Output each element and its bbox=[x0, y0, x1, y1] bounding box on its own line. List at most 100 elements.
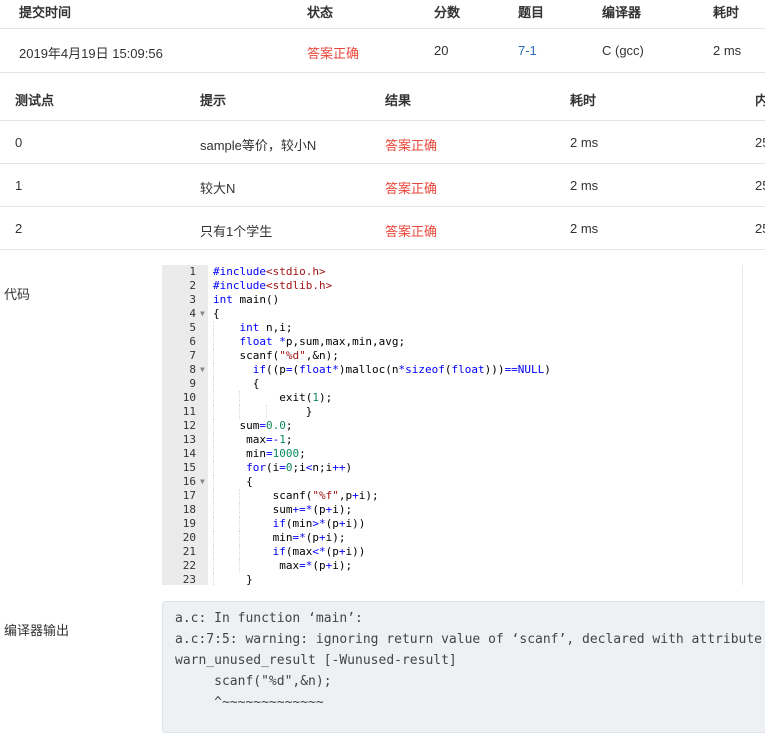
line-number: 14 bbox=[182, 447, 196, 460]
line-number: 15 bbox=[182, 461, 196, 474]
code-line: 21 if(max<*(p+i)) bbox=[162, 545, 742, 559]
test-memory: 25 bbox=[755, 221, 765, 236]
code-line: 14 min=1000; bbox=[162, 447, 742, 461]
line-number: 4 bbox=[189, 307, 196, 320]
test-id: 0 bbox=[15, 135, 23, 150]
line-number: 1 bbox=[189, 265, 196, 278]
line-number: 10 bbox=[182, 391, 196, 404]
divider bbox=[0, 163, 765, 164]
code-text: exit(1); bbox=[213, 391, 333, 404]
code-text: } bbox=[213, 573, 253, 585]
code-line: 9 { bbox=[162, 377, 742, 391]
fold-arrow-icon[interactable]: ▼ bbox=[200, 475, 205, 489]
fold-arrow-icon[interactable]: ▼ bbox=[200, 363, 205, 377]
code-text: #include<stdio.h> bbox=[213, 265, 326, 278]
code-text: { bbox=[213, 475, 253, 488]
code-text: if(min>*(p+i)) bbox=[272, 517, 366, 530]
code-text: { bbox=[213, 307, 220, 320]
code-line: 19 if(min>*(p+i)) bbox=[162, 517, 742, 531]
compiler-output-line: scanf("%d",&n); bbox=[175, 674, 332, 689]
line-number: 6 bbox=[189, 335, 196, 348]
col-status: 状态 bbox=[307, 5, 334, 20]
test-result: 答案正确 bbox=[385, 224, 438, 239]
col-duration: 耗时 bbox=[713, 5, 740, 20]
col-memory: 内 bbox=[755, 93, 765, 108]
problem-link[interactable]: 7-1 bbox=[518, 43, 537, 58]
test-time: 2 ms bbox=[570, 135, 599, 150]
status-badge: 答案正确 bbox=[307, 46, 360, 61]
line-number: 7 bbox=[189, 349, 196, 362]
code-line: 22 max=*(p+i); bbox=[162, 559, 742, 573]
code-text: if(max<*(p+i)) bbox=[272, 545, 366, 558]
line-number: 9 bbox=[189, 377, 196, 390]
code-line: 10 exit(1); bbox=[162, 391, 742, 405]
fold-arrow-icon[interactable]: ▼ bbox=[200, 307, 205, 321]
code-line: 4 ▼ { bbox=[162, 307, 742, 321]
line-number: 2 bbox=[189, 279, 196, 292]
line-number: 13 bbox=[182, 433, 196, 446]
code-line: 18 sum+=*(p+i); bbox=[162, 503, 742, 517]
line-number: 23 bbox=[182, 573, 196, 585]
code-line: 20 min=*(p+i); bbox=[162, 531, 742, 545]
line-number: 12 bbox=[182, 419, 196, 432]
code-line: 23 } bbox=[162, 573, 742, 585]
compiler-output-line: warn_unused_result [-Wunused-result] bbox=[175, 653, 457, 668]
code-text: #include<stdlib.h> bbox=[213, 279, 333, 292]
test-memory: 25 bbox=[755, 135, 765, 150]
line-number: 20 bbox=[182, 531, 196, 544]
code-text: for(i=0;i<n;i++) bbox=[246, 461, 353, 474]
col-hint: 提示 bbox=[200, 93, 227, 108]
test-memory: 25 bbox=[755, 178, 765, 193]
submit-time: 2019年4月19日 15:09:56 bbox=[19, 46, 163, 61]
code-text: { bbox=[213, 377, 260, 390]
test-hint: sample等价，较小N bbox=[200, 138, 317, 153]
divider bbox=[0, 120, 765, 121]
col-compiler: 编译器 bbox=[602, 5, 642, 20]
col-time: 耗时 bbox=[570, 93, 597, 108]
code-line: 15 for(i=0;i<n;i++) bbox=[162, 461, 742, 475]
line-number: 17 bbox=[182, 489, 196, 502]
code-text: min=*(p+i); bbox=[213, 531, 346, 544]
code-line: 13 max=-1; bbox=[162, 433, 742, 447]
code-label: 代码 bbox=[4, 287, 31, 302]
compiler-output-line: a.c: In function ‘main’: bbox=[175, 611, 363, 626]
code-text: min=1000; bbox=[213, 447, 306, 460]
col-problem: 题目 bbox=[518, 5, 545, 20]
code-line: 6 float *p,sum,max,min,avg; bbox=[162, 335, 742, 349]
compiler-output-line: a.c:7:5: warning: ignoring return value … bbox=[175, 632, 762, 647]
code-line: 7 scanf("%d",&n); bbox=[162, 349, 742, 363]
test-time: 2 ms bbox=[570, 221, 599, 236]
code-line: 3 int main() bbox=[162, 293, 742, 307]
editor-edge bbox=[742, 265, 743, 585]
code-text: scanf("%f",p+i); bbox=[213, 489, 379, 502]
code-text: if((p=(float*)malloc(n*sizeof(float)))==… bbox=[252, 363, 551, 376]
divider bbox=[0, 28, 765, 29]
test-result: 答案正确 bbox=[385, 181, 438, 196]
code-text: float *p,sum,max,min,avg; bbox=[239, 335, 406, 348]
test-id: 1 bbox=[15, 178, 23, 193]
code-line: 16 ▼ { bbox=[162, 475, 742, 489]
duration-value: 2 ms bbox=[713, 43, 742, 58]
test-result: 答案正确 bbox=[385, 138, 438, 153]
line-number: 5 bbox=[189, 321, 196, 334]
code-line: 2 #include<stdlib.h> bbox=[162, 279, 742, 293]
line-number: 11 bbox=[182, 405, 196, 418]
test-id: 2 bbox=[15, 221, 23, 236]
code-text: sum+=*(p+i); bbox=[213, 503, 353, 516]
code-text: sum=0.0; bbox=[213, 419, 293, 432]
line-number: 21 bbox=[182, 545, 196, 558]
test-time: 2 ms bbox=[570, 178, 599, 193]
compiler-output-line: ^~~~~~~~~~~~~~ bbox=[175, 695, 324, 710]
code-line: 12 sum=0.0; bbox=[162, 419, 742, 433]
col-score: 分数 bbox=[434, 5, 461, 20]
code-text: max=-1; bbox=[213, 433, 293, 446]
col-submit-time: 提交时间 bbox=[19, 5, 72, 20]
divider bbox=[0, 72, 765, 73]
test-hint: 较大N bbox=[200, 181, 236, 196]
line-number: 8 bbox=[189, 363, 196, 376]
line-number: 19 bbox=[182, 517, 196, 530]
code-editor[interactable]: 1 #include<stdio.h> 2 #include<stdlib.h> 3 in… bbox=[162, 265, 742, 585]
divider bbox=[0, 249, 765, 250]
score-value: 20 bbox=[434, 43, 449, 58]
code-line: 8 ▼ if((p=(float*)malloc(n*sizeof(float))… bbox=[162, 363, 742, 377]
